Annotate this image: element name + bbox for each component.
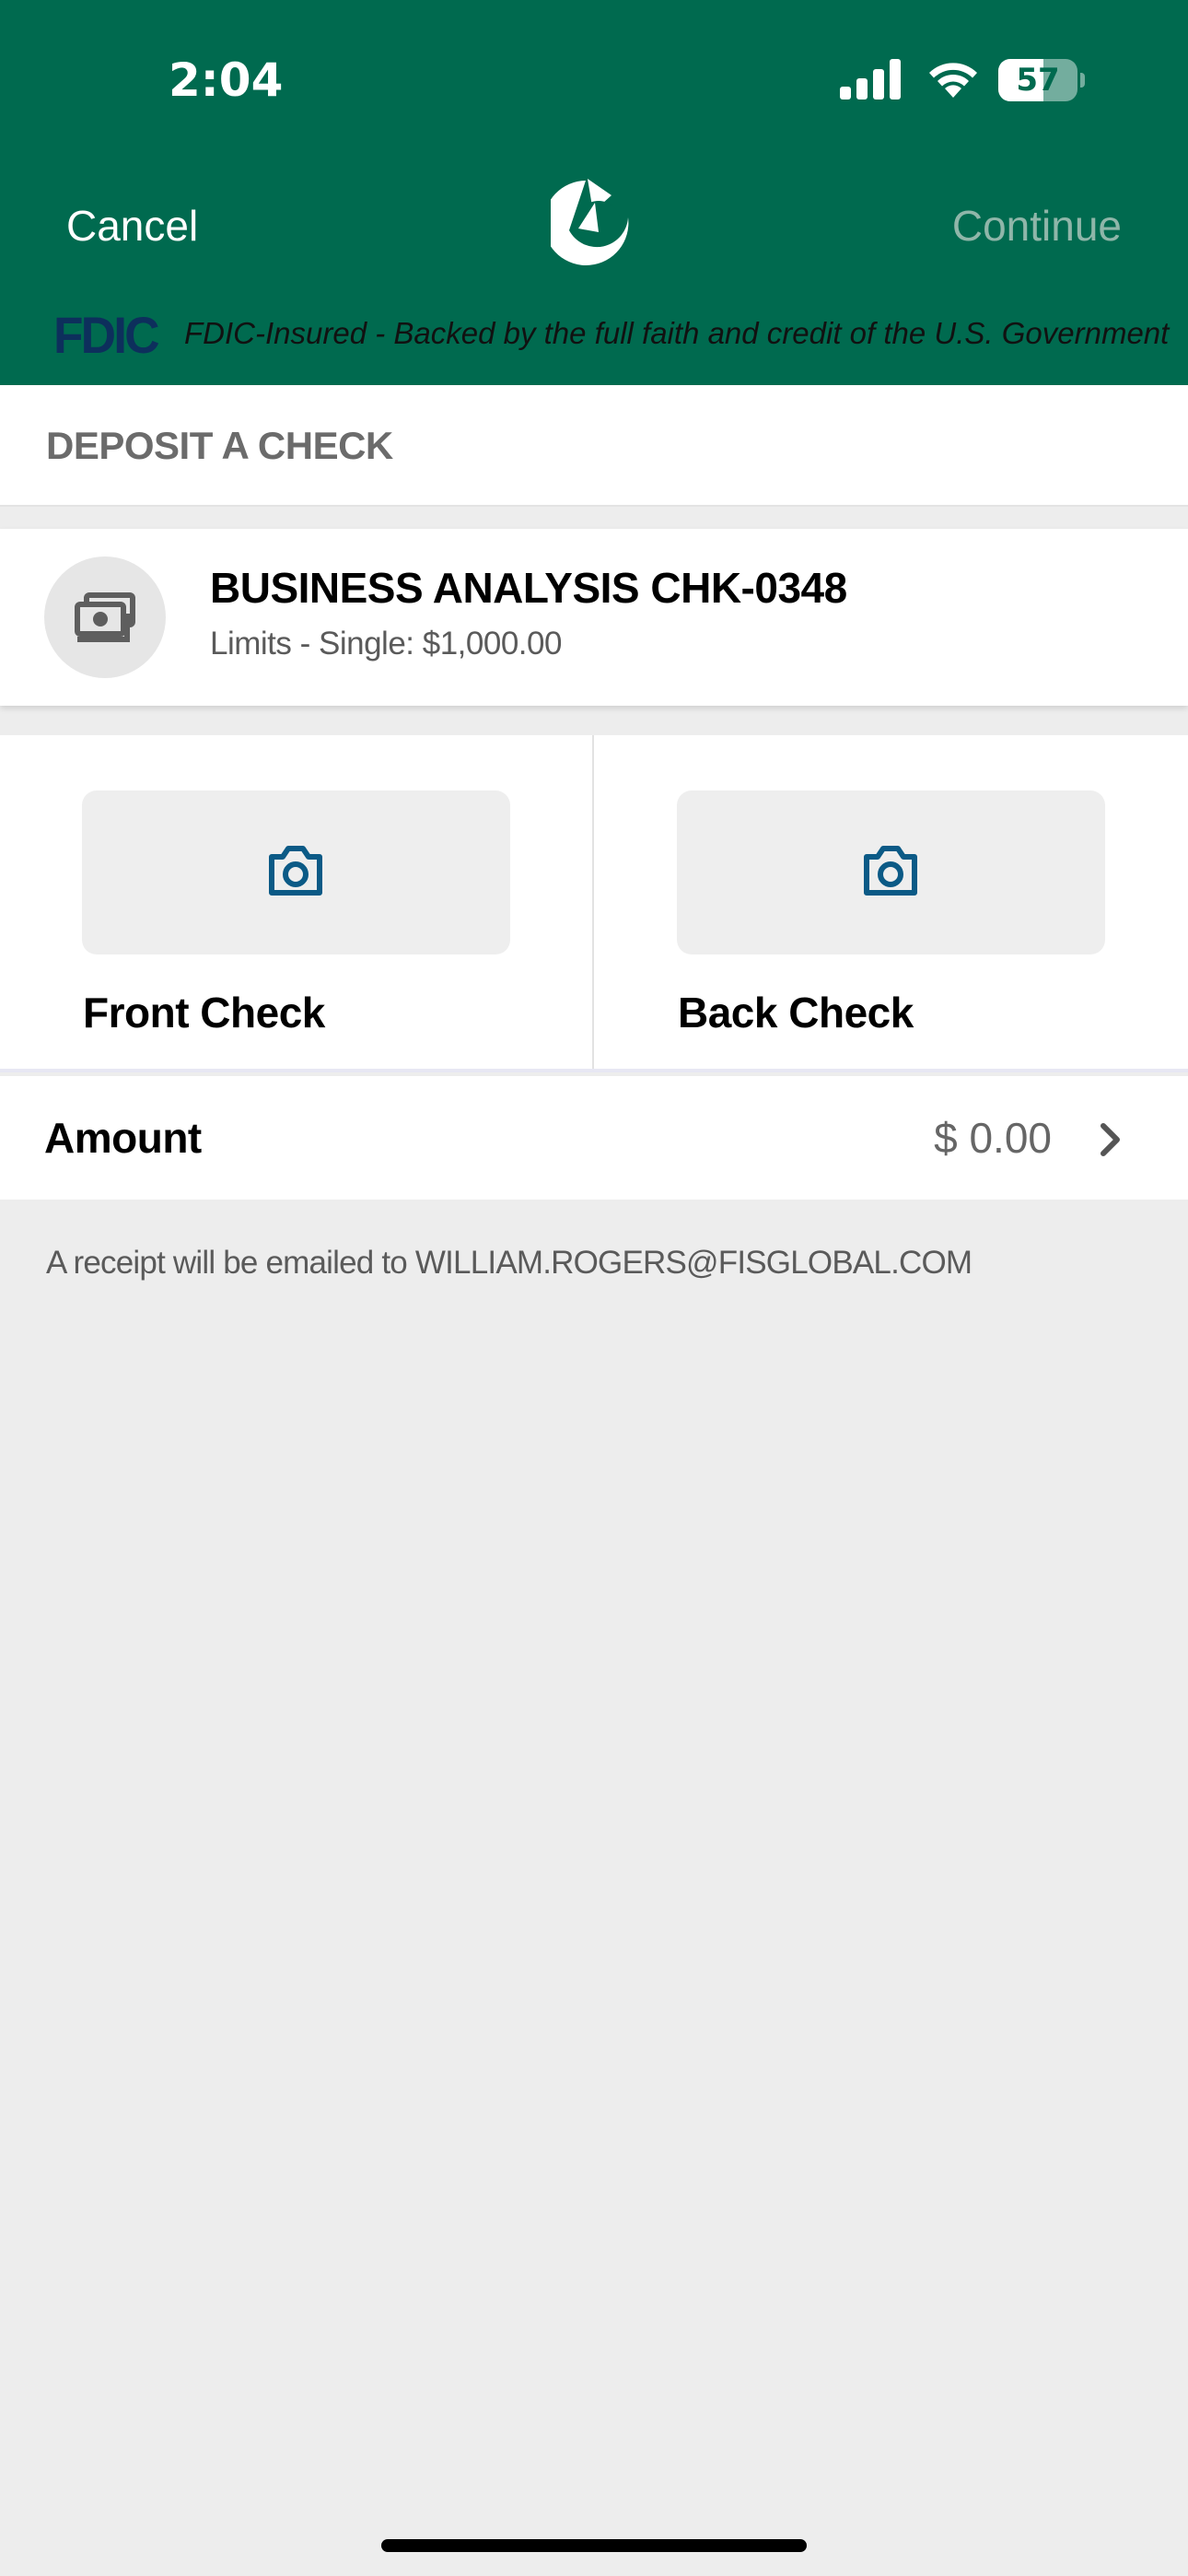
money-stack-icon: [75, 592, 135, 642]
camera-icon: [864, 846, 917, 896]
fdic-logo: FDIC: [53, 306, 160, 364]
page-title: DEPOSIT A CHECK: [46, 424, 393, 467]
front-check-label: Front Check: [83, 989, 325, 1036]
fdic-disclaimer: FDIC-Insured - Backed by the full faith …: [184, 316, 1170, 350]
battery-level: 57: [1016, 62, 1060, 99]
account-avatar: [44, 556, 166, 678]
front-check-image-placeholder[interactable]: [82, 790, 510, 954]
bank-swirl-logo-icon: [551, 179, 629, 265]
amount-row[interactable]: Amount $ 0.00: [0, 1076, 1188, 1200]
back-check-image-placeholder[interactable]: [677, 790, 1105, 954]
front-check-capture[interactable]: Front Check: [0, 735, 594, 1069]
home-indicator[interactable]: [381, 2539, 807, 2552]
section-header: DEPOSIT A CHECK: [0, 385, 1188, 507]
account-name: BUSINESS ANALYSIS CHK-0348: [210, 564, 847, 612]
chevron-right-icon: [1101, 1123, 1120, 1156]
status-icons: 57: [838, 53, 1087, 109]
deposit-check-screen: 2:04 57 Cancel Continue FDIC FDIC-Insure…: [0, 0, 1188, 2576]
back-check-label: Back Check: [678, 989, 914, 1036]
battery-indicator: 57: [998, 59, 1085, 101]
account-selector[interactable]: BUSINESS ANALYSIS CHK-0348 Limits - Sing…: [0, 529, 1188, 706]
continue-button[interactable]: Continue: [952, 195, 1122, 256]
amount-value: $ 0.00: [934, 1114, 1052, 1162]
wifi-icon: [929, 63, 977, 98]
back-check-capture[interactable]: Back Check: [594, 735, 1188, 1069]
status-time: 2:04: [169, 53, 284, 107]
cancel-button[interactable]: Cancel: [66, 195, 198, 256]
receipt-note: A receipt will be emailed to WILLIAM.ROG…: [46, 1245, 973, 1281]
account-limits: Limits - Single: $1,000.00: [210, 626, 562, 662]
check-capture-row: Front Check Back Check: [0, 735, 1188, 1072]
amount-label: Amount: [44, 1114, 202, 1162]
cellular-signal-icon: [840, 59, 901, 100]
battery-cap: [1080, 73, 1085, 88]
battery-body: 57: [998, 59, 1077, 101]
app-header: 2:04 57 Cancel Continue FDIC FDIC-Insure…: [0, 0, 1188, 385]
camera-icon: [269, 846, 322, 896]
